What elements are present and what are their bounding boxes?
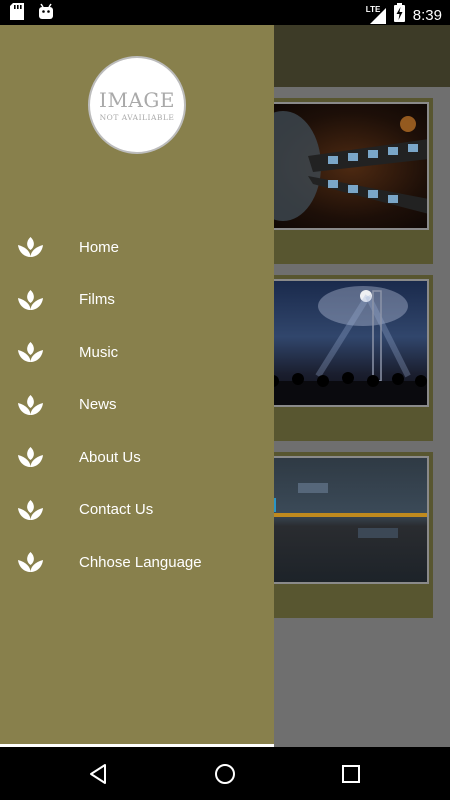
lotus-icon	[17, 445, 44, 469]
android-icon	[38, 3, 54, 25]
lotus-icon	[17, 235, 44, 259]
content-card[interactable]	[252, 452, 433, 618]
avatar-placeholder-title: IMAGE	[99, 88, 175, 112]
lotus-icon	[17, 288, 44, 312]
battery-charging-icon	[393, 3, 405, 27]
drawer-menu: Home Films Music News About Us Contact U…	[0, 221, 274, 589]
lotus-icon	[17, 393, 44, 417]
drawer-item-label: Chhose Language	[79, 553, 202, 571]
lotus-icon	[17, 498, 44, 522]
card-thumbnail	[256, 102, 429, 230]
lotus-icon	[17, 340, 44, 364]
signal-icon: LTE	[365, 5, 386, 24]
sd-card-icon	[10, 3, 24, 25]
drawer-item-label: Home	[79, 238, 120, 256]
card-thumbnail	[256, 456, 429, 584]
drawer-item-films[interactable]: Films	[0, 274, 274, 327]
content-card[interactable]	[252, 275, 433, 441]
network-label: LTE	[365, 5, 381, 14]
system-nav-bar	[0, 747, 450, 800]
drawer-item-label: News	[79, 396, 117, 414]
clock: 8:39	[412, 6, 442, 24]
drawer-item-home[interactable]: Home	[0, 221, 274, 274]
avatar-placeholder-subtitle: NOT AVAILIABLE	[99, 113, 175, 122]
drawer-item-label: Contact Us	[79, 501, 154, 519]
drawer-item-choose-language[interactable]: Chhose Language	[0, 536, 274, 589]
navigation-drawer: IMAGE NOT AVAILIABLE Home Films Music Ne…	[0, 25, 274, 747]
drawer-item-about-us[interactable]: About Us	[0, 431, 274, 484]
content-card[interactable]	[252, 98, 433, 264]
drawer-item-contact-us[interactable]: Contact Us	[0, 484, 274, 537]
drawer-item-label: Films	[79, 291, 115, 309]
recents-button[interactable]	[338, 761, 364, 787]
drawer-item-music[interactable]: Music	[0, 326, 274, 379]
home-button[interactable]	[212, 761, 238, 787]
status-bar: LTE 8:39	[0, 0, 450, 25]
drawer-item-label: About Us	[79, 448, 141, 466]
avatar[interactable]: IMAGE NOT AVAILIABLE	[88, 56, 186, 154]
drawer-item-label: Music	[79, 343, 119, 361]
lotus-icon	[17, 550, 44, 574]
back-button[interactable]	[86, 761, 112, 787]
drawer-item-news[interactable]: News	[0, 379, 274, 432]
card-thumbnail	[256, 279, 429, 407]
